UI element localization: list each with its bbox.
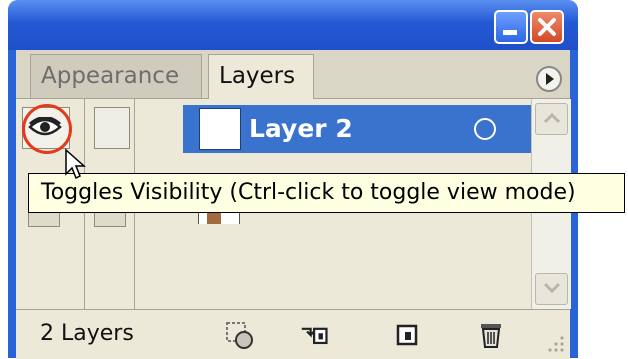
scroll-down-button[interactable]: [535, 273, 568, 305]
close-button[interactable]: [530, 10, 564, 44]
visibility-tooltip: Toggles Visibility (Ctrl-click to toggle…: [28, 173, 625, 213]
mouse-cursor-icon: [65, 148, 86, 180]
layer-row-selected[interactable]: Layer 2: [183, 105, 531, 153]
target-icon[interactable]: [474, 118, 496, 140]
create-layer-icon[interactable]: [392, 320, 422, 350]
panel-footer: 2 Layers: [16, 309, 570, 359]
chevron-up-icon: [543, 112, 561, 124]
lock-toggle[interactable]: [94, 107, 130, 149]
panel-menu-icon: [546, 73, 554, 85]
minimize-button[interactable]: [494, 10, 528, 44]
minimize-icon: [503, 30, 517, 35]
layer-name: Layer 2: [249, 114, 353, 143]
resize-grip-icon[interactable]: [546, 334, 566, 354]
chevron-down-icon: [543, 282, 561, 294]
tab-appearance[interactable]: Appearance: [30, 54, 202, 98]
layer-thumbnail: [199, 108, 241, 150]
create-sublayer-icon[interactable]: [300, 320, 330, 350]
title-bar[interactable]: [8, 0, 578, 50]
scroll-up-button[interactable]: [535, 103, 568, 135]
thumbnail-artwork: [207, 212, 221, 224]
panel-menu-button[interactable]: [536, 66, 562, 92]
tab-layers[interactable]: Layers: [208, 54, 314, 99]
highlight-ring: [22, 104, 72, 154]
trash-icon[interactable]: [476, 320, 506, 350]
close-icon: [538, 18, 556, 36]
tab-bar: Appearance Layers: [16, 50, 570, 99]
clipping-mask-icon[interactable]: [224, 320, 254, 350]
layer-count: 2 Layers: [40, 321, 134, 346]
